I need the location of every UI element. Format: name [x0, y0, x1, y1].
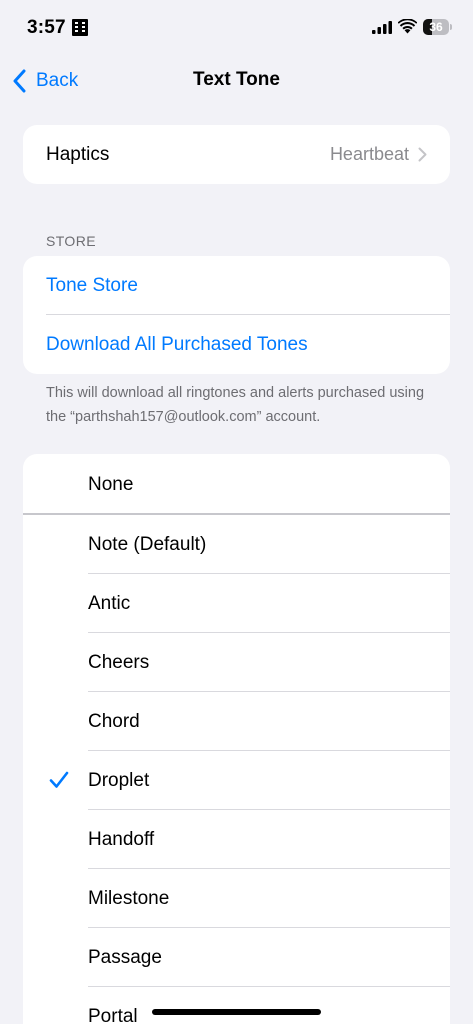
tone-row[interactable]: Portal	[23, 987, 450, 1024]
haptics-value: Heartbeat	[329, 144, 409, 164]
haptics-row[interactable]: Haptics Heartbeat	[23, 125, 450, 184]
tone-label: None	[88, 473, 134, 495]
download-all-label: Download All Purchased Tones	[46, 333, 308, 355]
home-indicator[interactable]	[152, 1009, 321, 1015]
tone-label: Portal	[88, 1005, 138, 1024]
navigation-bar: Text Tone Back	[0, 56, 473, 104]
store-group: Tone Store Download All Purchased Tones	[23, 256, 450, 374]
tone-label: Handoff	[88, 828, 155, 850]
store-section-header: STORE	[46, 233, 96, 249]
chevron-left-icon	[13, 69, 26, 93]
tone-label: Chord	[88, 710, 140, 732]
chevron-right-icon	[418, 147, 427, 162]
haptics-label: Haptics	[46, 143, 110, 165]
tone-row[interactable]: Antic	[23, 574, 450, 633]
tone-row[interactable]: Handoff	[23, 810, 450, 869]
status-time: 3:57	[27, 17, 66, 38]
building-icon	[72, 19, 88, 36]
checkmark-icon	[49, 771, 69, 788]
status-bar: 3:57 36	[0, 0, 473, 56]
tone-label: Milestone	[88, 887, 170, 909]
tone-store-link[interactable]: Tone Store	[23, 256, 450, 315]
store-footer-note: This will download all ringtones and ale…	[46, 385, 425, 425]
text-tone-screen: 3:57 36 Text Tone Back Haptics Heartbeat…	[0, 0, 473, 1024]
tones-list: None Note (Default) Antic Cheers Chord D…	[23, 454, 450, 1024]
tone-row[interactable]: Note (Default)	[23, 515, 450, 574]
battery-tip	[450, 24, 452, 30]
tone-row[interactable]: Chord	[23, 692, 450, 751]
tone-row-selected[interactable]: Droplet	[23, 751, 450, 810]
tone-label: Cheers	[88, 651, 150, 673]
tone-row[interactable]: Passage	[23, 928, 450, 987]
back-button[interactable]: Back	[12, 66, 78, 96]
tone-label: Note (Default)	[88, 533, 207, 555]
tone-label: Droplet	[88, 769, 150, 791]
tone-row[interactable]: Milestone	[23, 869, 450, 928]
battery-indicator: 36	[423, 19, 452, 35]
tone-label: Passage	[88, 946, 162, 968]
cellular-signal-icon	[372, 21, 392, 34]
battery-level: 36	[429, 20, 443, 34]
tone-label: Antic	[88, 592, 131, 614]
haptics-group: Haptics Heartbeat	[23, 125, 450, 184]
back-label: Back	[36, 70, 79, 91]
tone-row[interactable]: Cheers	[23, 633, 450, 692]
wifi-icon	[398, 19, 417, 34]
download-all-purchased-tones-link[interactable]: Download All Purchased Tones	[23, 315, 450, 374]
tone-row-none[interactable]: None	[23, 454, 450, 515]
tone-store-label: Tone Store	[46, 274, 138, 296]
battery-icon: 36	[423, 19, 449, 35]
